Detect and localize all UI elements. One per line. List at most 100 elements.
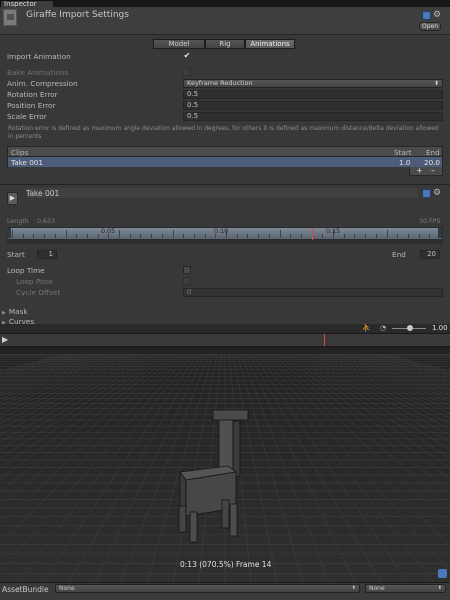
asset-bundle-label: AssetBundle bbox=[2, 585, 49, 594]
help-book-icon[interactable] bbox=[422, 11, 431, 20]
position-error-field[interactable]: 0.5 bbox=[183, 101, 443, 110]
rotation-error-field[interactable]: 0.5 bbox=[183, 90, 443, 99]
tab-model[interactable]: Model bbox=[153, 39, 205, 49]
tab-rig[interactable]: Rig bbox=[205, 39, 245, 49]
cycle-offset-label: Cycle Offset bbox=[16, 288, 61, 297]
preview-tag-icon[interactable] bbox=[438, 569, 447, 578]
timeline-tick bbox=[97, 234, 99, 238]
timeline-scrub-bar[interactable] bbox=[7, 240, 443, 244]
speed-value: 1.00 bbox=[432, 324, 448, 332]
dropdown-arrow-icon: ⬍ bbox=[433, 80, 439, 87]
end-handle[interactable] bbox=[438, 228, 442, 238]
asset-bundle-value: None bbox=[59, 585, 75, 592]
tab-animations[interactable]: Animations bbox=[245, 39, 295, 49]
start-label: Start bbox=[7, 250, 25, 259]
fps-label: 30 FPS bbox=[419, 218, 441, 225]
position-error-label: Position Error bbox=[7, 101, 56, 110]
timeline-tick bbox=[268, 234, 270, 238]
scale-error-label: Scale Error bbox=[7, 112, 47, 121]
error-help-text: Rotation error is defined as maximum ang… bbox=[8, 125, 439, 140]
timeline-tick bbox=[418, 234, 420, 238]
clips-header-start: Start bbox=[394, 148, 412, 157]
speed-icon: ◔ bbox=[380, 324, 387, 332]
timeline-tick bbox=[22, 234, 24, 238]
timeline-tick bbox=[397, 234, 399, 238]
length-value: 0.633 bbox=[37, 218, 56, 225]
clip-row[interactable]: Take 001 1.0 20.0 bbox=[8, 157, 442, 167]
timeline-label: 0:10 bbox=[214, 228, 229, 235]
timeline-tick bbox=[375, 234, 377, 238]
gear-icon[interactable]: ⚙ bbox=[433, 11, 441, 20]
timeline-tick bbox=[54, 234, 56, 238]
bake-animations-label: Bake Animations bbox=[7, 68, 69, 77]
foldout-arrow-icon: ▶ bbox=[2, 310, 6, 316]
dropdown-arrow-icon: ⬍ bbox=[437, 585, 442, 591]
anim-compression-dropdown[interactable]: Keyframe Reduction ⬍ bbox=[183, 79, 443, 88]
take-name-field[interactable] bbox=[26, 188, 418, 198]
timeline-tick bbox=[161, 234, 163, 238]
anim-compression-value: Keyframe Reduction bbox=[187, 79, 253, 87]
mask-foldout[interactable]: ▶ Mask bbox=[2, 307, 28, 316]
dropdown-arrow-icon: ⬍ bbox=[351, 585, 356, 591]
avatar-icon[interactable]: ⛹ bbox=[362, 324, 371, 332]
help-book-icon[interactable] bbox=[422, 189, 431, 198]
loop-time-checkbox[interactable] bbox=[183, 266, 191, 274]
timeline-tick bbox=[129, 234, 131, 238]
timeline-tick bbox=[300, 234, 302, 238]
timeline-tick bbox=[322, 234, 324, 238]
animation-preview-viewport[interactable] bbox=[0, 348, 450, 582]
timeline-tick bbox=[290, 234, 292, 238]
preview-frame-label: 0:13 (070.5%) Frame 14 bbox=[180, 560, 272, 569]
timeline-tick bbox=[354, 234, 356, 238]
timeline-tick bbox=[44, 234, 46, 238]
loop-pose-label: Loop Pose bbox=[16, 277, 53, 286]
start-field[interactable]: 1 bbox=[37, 250, 57, 259]
divider bbox=[0, 184, 450, 185]
clip-start: 1.0 bbox=[399, 158, 411, 167]
import-animation-label: Import Animation bbox=[7, 52, 71, 61]
remove-clip-button[interactable]: – bbox=[431, 167, 435, 175]
timeline-tick bbox=[386, 230, 388, 238]
timeline-label: 0:05 bbox=[101, 228, 116, 235]
asset-bundle-variant-value: None bbox=[369, 585, 385, 592]
loop-time-label: Loop Time bbox=[7, 266, 45, 275]
clips-header: Clips Start End bbox=[7, 146, 443, 157]
timeline-tick bbox=[343, 234, 345, 238]
timeline-tick bbox=[151, 234, 153, 238]
timeline-tick bbox=[172, 230, 174, 238]
open-button[interactable]: Open bbox=[419, 22, 441, 31]
import-animation-checkbox[interactable]: ✔ bbox=[183, 52, 191, 60]
timeline-tick bbox=[247, 234, 249, 238]
start-handle[interactable] bbox=[7, 228, 11, 238]
asset-bundle-variant-dropdown[interactable]: None ⬍ bbox=[365, 584, 446, 593]
timeline-tick bbox=[76, 234, 78, 238]
editor-tab-strip bbox=[0, 0, 450, 7]
take-name: Take 001 bbox=[26, 189, 60, 198]
timeline-tick bbox=[258, 234, 260, 238]
gear-icon[interactable]: ⚙ bbox=[433, 189, 441, 198]
clip-play-button[interactable]: ▶ bbox=[7, 192, 18, 205]
timeline-tick bbox=[204, 234, 206, 238]
anim-compression-label: Anim. Compression bbox=[7, 79, 78, 88]
bake-animations-checkbox bbox=[183, 68, 191, 76]
model-file-icon bbox=[3, 9, 17, 26]
timeline-tick bbox=[193, 234, 195, 238]
add-clip-button[interactable]: + bbox=[416, 167, 423, 175]
clips-header-end: End bbox=[426, 148, 440, 157]
timeline-label: 0:15 bbox=[326, 228, 341, 235]
timeline-tick bbox=[86, 234, 88, 238]
end-field[interactable]: 20 bbox=[420, 250, 440, 259]
timeline-tick bbox=[279, 230, 281, 238]
timeline-tick bbox=[365, 234, 367, 238]
speed-slider-thumb[interactable] bbox=[407, 325, 413, 331]
timeline-tick bbox=[236, 234, 238, 238]
cycle-offset-field: 0 bbox=[183, 288, 443, 297]
scale-error-field[interactable]: 0.5 bbox=[183, 112, 443, 121]
clip-name: Take 001 bbox=[11, 158, 43, 167]
clips-add-remove: + – bbox=[409, 167, 443, 176]
length-label: Length bbox=[7, 218, 29, 225]
preview-play-button[interactable]: ▶ bbox=[2, 335, 17, 345]
import-settings-title: Giraffe Import Settings bbox=[26, 10, 129, 20]
end-label: End bbox=[392, 250, 406, 259]
asset-bundle-dropdown[interactable]: None ⬍ bbox=[55, 584, 360, 593]
